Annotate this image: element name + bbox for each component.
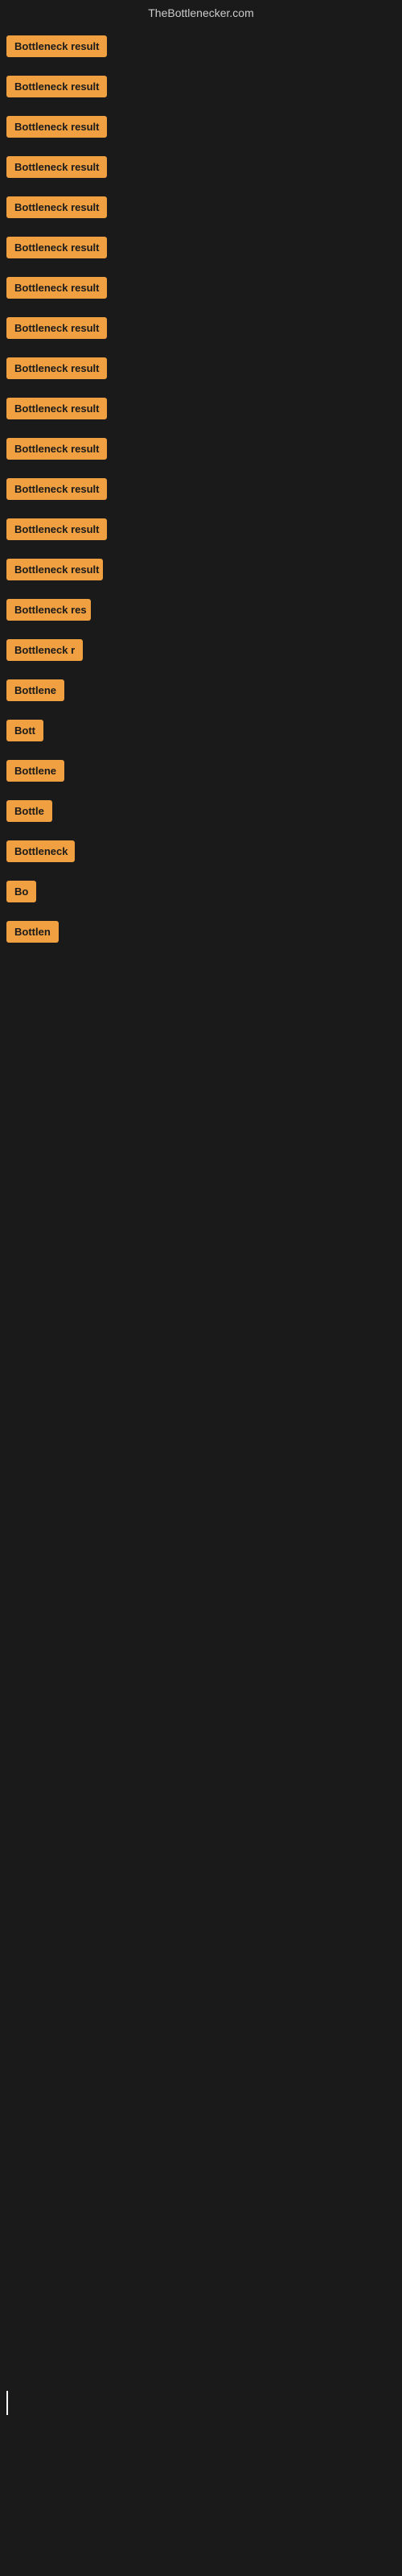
- list-item[interactable]: Bottleneck: [0, 840, 402, 866]
- list-item[interactable]: Bottleneck result: [0, 438, 402, 464]
- list-item[interactable]: Bottleneck result: [0, 196, 402, 222]
- list-item[interactable]: Bottleneck result: [0, 478, 402, 504]
- bottleneck-badge[interactable]: Bottleneck result: [6, 357, 107, 379]
- list-item[interactable]: Bottleneck result: [0, 35, 402, 61]
- bottleneck-badge[interactable]: Bo: [6, 881, 36, 902]
- bottleneck-badge[interactable]: Bottleneck result: [6, 518, 107, 540]
- bottleneck-badge[interactable]: Bottle: [6, 800, 52, 822]
- list-item[interactable]: Bottleneck res: [0, 599, 402, 625]
- list-item[interactable]: Bottleneck r: [0, 639, 402, 665]
- list-item[interactable]: Bottleneck result: [0, 76, 402, 101]
- list-item[interactable]: Bottleneck result: [0, 317, 402, 343]
- bottleneck-badge[interactable]: Bottleneck: [6, 840, 75, 862]
- list-item[interactable]: Bottleneck result: [0, 116, 402, 142]
- list-item[interactable]: Bottleneck result: [0, 156, 402, 182]
- list-item[interactable]: Bottlene: [0, 760, 402, 786]
- bottleneck-badge[interactable]: Bottleneck result: [6, 277, 107, 299]
- bottleneck-list: Bottleneck result Bottleneck result Bottle…: [0, 29, 402, 947]
- bottleneck-badge[interactable]: Bottleneck result: [6, 156, 107, 178]
- bottleneck-badge[interactable]: Bottleneck result: [6, 116, 107, 138]
- bottleneck-badge[interactable]: Bottlene: [6, 679, 64, 701]
- bottleneck-badge[interactable]: Bott: [6, 720, 43, 741]
- list-item[interactable]: Bottleneck result: [0, 518, 402, 544]
- bottleneck-badge[interactable]: Bottleneck result: [6, 398, 107, 419]
- list-item[interactable]: Bottle: [0, 800, 402, 826]
- bottleneck-badge[interactable]: Bottleneck result: [6, 438, 107, 460]
- bottleneck-badge[interactable]: Bottleneck result: [6, 317, 107, 339]
- site-header: TheBottlenecker.com: [0, 0, 402, 29]
- list-item[interactable]: Bottleneck result: [0, 559, 402, 584]
- bottleneck-badge[interactable]: Bottleneck result: [6, 478, 107, 500]
- bottleneck-badge[interactable]: Bottleneck res: [6, 599, 91, 621]
- list-item[interactable]: Bottleneck result: [0, 237, 402, 262]
- bottleneck-badge[interactable]: Bottleneck r: [6, 639, 83, 661]
- list-item[interactable]: Bott: [0, 720, 402, 745]
- list-item[interactable]: Bottlen: [0, 921, 402, 947]
- cursor-line: [6, 2391, 8, 2415]
- list-item[interactable]: Bo: [0, 881, 402, 906]
- list-item[interactable]: Bottlene: [0, 679, 402, 705]
- site-title: TheBottlenecker.com: [148, 6, 254, 19]
- bottleneck-badge[interactable]: Bottleneck result: [6, 76, 107, 97]
- list-item[interactable]: Bottleneck result: [0, 398, 402, 423]
- bottleneck-badge[interactable]: Bottlene: [6, 760, 64, 782]
- bottleneck-badge[interactable]: Bottleneck result: [6, 559, 103, 580]
- bottleneck-badge[interactable]: Bottleneck result: [6, 196, 107, 218]
- bottleneck-badge[interactable]: Bottleneck result: [6, 35, 107, 57]
- list-item[interactable]: Bottleneck result: [0, 277, 402, 303]
- bottleneck-badge[interactable]: Bottlen: [6, 921, 59, 943]
- bottleneck-badge[interactable]: Bottleneck result: [6, 237, 107, 258]
- list-item[interactable]: Bottleneck result: [0, 357, 402, 383]
